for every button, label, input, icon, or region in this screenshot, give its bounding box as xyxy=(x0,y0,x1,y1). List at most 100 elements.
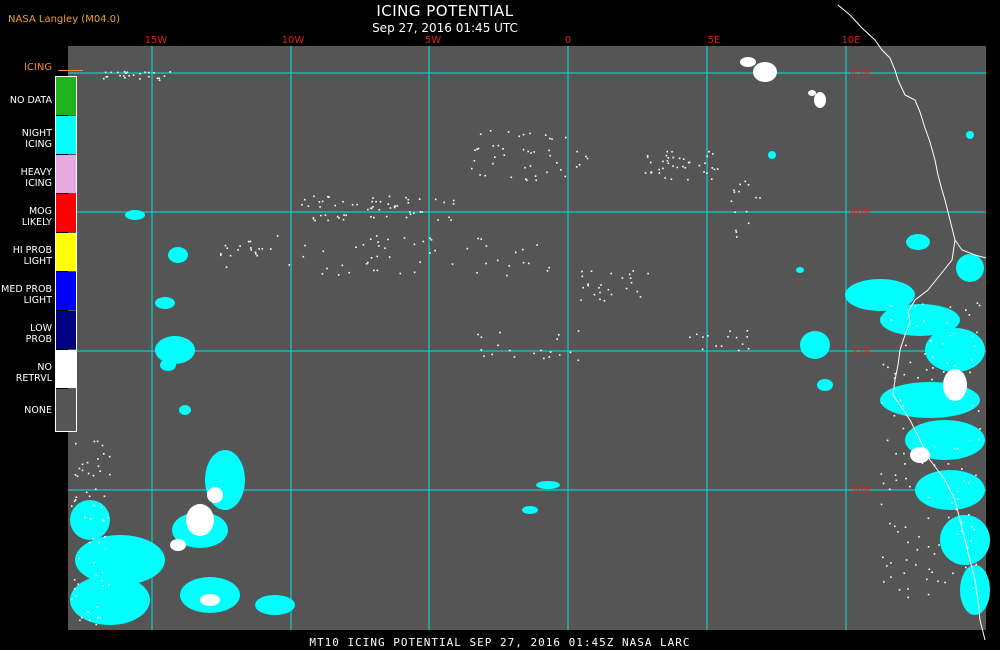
speckle-pixel xyxy=(889,522,891,525)
speckle-pixel xyxy=(636,290,639,293)
speckle-pixel xyxy=(492,145,494,147)
speckle-pixel xyxy=(564,136,567,139)
speckle-pixel xyxy=(924,353,926,355)
speckle-pixel xyxy=(104,536,106,538)
speckle-pixel xyxy=(503,154,506,156)
speckle-pixel xyxy=(533,151,535,153)
speckle-pixel xyxy=(928,568,931,571)
speckle-pixel xyxy=(917,377,919,379)
speckle-pixel xyxy=(931,356,934,358)
speckle-pixel xyxy=(421,211,423,213)
speckle-pixel xyxy=(556,338,558,340)
speckle-pixel xyxy=(886,565,888,567)
speckle-pixel xyxy=(96,440,99,443)
speckle-pixel xyxy=(716,168,719,170)
speckle-pixel xyxy=(301,204,303,206)
speckle-pixel xyxy=(625,287,628,290)
speckle-pixel xyxy=(148,75,150,78)
speckle-pixel xyxy=(326,267,328,270)
speckle-pixel xyxy=(962,373,964,375)
speckle-pixel xyxy=(485,245,488,247)
speckle-pixel xyxy=(977,410,980,412)
speckle-pixel xyxy=(156,77,159,80)
speckle-pixel xyxy=(103,77,105,80)
speckle-pixel xyxy=(497,144,500,147)
speckle-pixel xyxy=(665,154,668,157)
speckle-pixel xyxy=(916,325,918,327)
speckle-pixel xyxy=(925,369,928,371)
speckle-pixel xyxy=(895,453,897,455)
speckle-pixel xyxy=(371,200,373,203)
speckle-pixel xyxy=(927,546,930,548)
speckle-pixel xyxy=(119,74,121,77)
speckle-pixel xyxy=(429,252,431,254)
speckle-pixel xyxy=(405,216,408,219)
speckle-pixel xyxy=(575,166,578,168)
speckle-pixel xyxy=(569,351,572,354)
speckle-pixel xyxy=(747,347,750,350)
speckle-pixel xyxy=(720,345,723,347)
speckle-pixel xyxy=(727,335,729,338)
speckle-pixel xyxy=(580,299,582,301)
speckle-pixel xyxy=(75,496,78,498)
speckle-pixel xyxy=(560,169,562,171)
speckle-pixel xyxy=(898,589,901,591)
speckle-pixel xyxy=(356,203,358,206)
speckle-pixel xyxy=(918,536,920,538)
speckle-pixel xyxy=(250,247,252,249)
speckle-pixel xyxy=(76,475,79,477)
speckle-pixel xyxy=(735,336,738,339)
speckle-pixel xyxy=(88,619,91,621)
speckle-pixel xyxy=(959,381,961,384)
speckle-pixel xyxy=(125,72,127,75)
speckle-pixel xyxy=(387,238,389,241)
speckle-pixel xyxy=(124,77,126,79)
speckle-pixel xyxy=(419,211,422,213)
speckle-pixel xyxy=(97,465,100,467)
speckle-pixel xyxy=(452,203,455,205)
speckle-pixel xyxy=(237,249,239,251)
speckle-pixel xyxy=(907,541,909,544)
speckle-pixel xyxy=(377,241,379,243)
speckle-pixel xyxy=(220,253,222,255)
speckle-pixel xyxy=(321,273,324,275)
speckle-pixel xyxy=(949,334,951,337)
speckle-pixel xyxy=(706,172,708,174)
speckle-pixel xyxy=(71,598,73,600)
speckle-pixel xyxy=(254,251,257,254)
swatch-heavy-icing xyxy=(56,155,76,193)
speckle-pixel xyxy=(370,207,372,209)
speckle-pixel xyxy=(969,371,971,374)
speckle-pixel xyxy=(710,178,713,180)
legend-label-heavy-icing: HEAVY ICING xyxy=(20,167,52,189)
speckle-pixel xyxy=(736,236,738,238)
speckle-pixel xyxy=(711,167,714,169)
speckle-pixel xyxy=(348,271,350,274)
speckle-pixel xyxy=(599,291,601,294)
speckle-pixel xyxy=(548,149,550,152)
speckle-pixel xyxy=(407,198,410,201)
speckle-pixel xyxy=(902,427,905,430)
speckle-pixel xyxy=(953,447,956,450)
speckle-pixel xyxy=(696,333,698,336)
speckle-pixel xyxy=(907,588,909,590)
speckle-pixel xyxy=(952,572,954,575)
speckle-pixel xyxy=(526,179,528,182)
speckle-pixel xyxy=(549,154,551,157)
speckle-pixel xyxy=(978,438,980,441)
speckle-pixel xyxy=(522,133,525,136)
speckle-pixel xyxy=(509,349,511,352)
speckle-pixel xyxy=(307,205,310,207)
speckle-pixel xyxy=(909,485,911,488)
speckle-pixel xyxy=(413,212,415,214)
speckle-pixel xyxy=(437,219,439,221)
speckle-pixel xyxy=(104,548,107,550)
speckle-pixel xyxy=(379,200,382,203)
speckle-pixel xyxy=(558,354,561,356)
speckle-pixel xyxy=(548,266,550,269)
speckle-pixel xyxy=(702,336,704,338)
speckle-pixel xyxy=(603,300,606,302)
speckle-pixel xyxy=(261,248,264,250)
speckle-pixel xyxy=(430,239,433,241)
speckle-pixel xyxy=(587,283,589,285)
